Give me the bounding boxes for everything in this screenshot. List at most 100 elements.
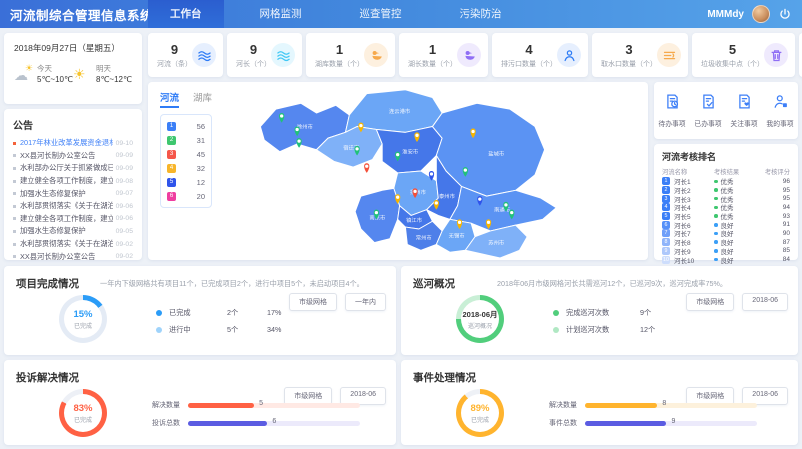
legend-row: 6 20 <box>167 189 205 203</box>
announcement-text: 加强水生态修复保护 <box>20 189 113 199</box>
table-row[interactable]: 10 河长10 良好 84 <box>662 255 790 264</box>
announcement-item[interactable]: 水利部贯彻落实《关于在湖泊实... 09-02 <box>13 238 133 251</box>
kpi-icon <box>657 43 681 67</box>
kpi-icon <box>764 43 788 67</box>
bar-label: 解决数量 <box>152 400 188 410</box>
legend-rank-badge: 5 <box>167 178 176 187</box>
bar-track: 8 <box>585 403 757 408</box>
map-tab[interactable]: 湖库 <box>193 90 212 108</box>
ranking-rows: 1 河长1 优秀 96 2 河长2 优秀 95 3 河长3 <box>662 177 790 264</box>
quick-action-icon <box>700 93 717 115</box>
bar-track: 5 <box>188 403 360 408</box>
announcement-date: 09-02 <box>116 253 133 260</box>
patrol-legend: 完成巡河次数 9个 计划巡河次数 12个 <box>553 304 680 338</box>
rank-badge: 2 <box>662 186 670 194</box>
kpi-text: 4 排污口数量（个） <box>501 42 557 69</box>
kpi-label: 湖长数量（个） <box>408 59 457 69</box>
announcement-item[interactable]: 2017年林业改革发展资金退林... 09-10 <box>13 137 133 150</box>
svg-text:苏州市: 苏州市 <box>488 238 505 246</box>
announcement-text: 加强水生态修复保护 <box>20 226 113 236</box>
announcement-item[interactable]: 加强水生态修复保护 09-07 <box>13 187 133 200</box>
kpi-icon <box>271 43 295 67</box>
announcement-date: 09-07 <box>116 190 133 197</box>
announcement-item[interactable]: 加强水生态修复保护 09-05 <box>13 225 133 238</box>
announcement-date: 09-06 <box>116 203 133 210</box>
announcement-text: 水利部贯彻落实《关于在湖泊实... <box>20 239 113 249</box>
period-filter-button[interactable]: 一年内 <box>345 293 386 311</box>
rank-badge: 1 <box>662 177 670 185</box>
kpi-text: 5 垃圾收集中点（个） <box>701 42 764 69</box>
kpi-text: 3 取水口数量（个） <box>601 42 657 69</box>
bar-row: 解决数量 5 <box>152 396 360 414</box>
result-dot <box>714 188 718 192</box>
legend-dot <box>553 310 559 316</box>
legend-value: 12 <box>197 178 205 187</box>
quick-action[interactable]: 关注事项 <box>726 93 762 128</box>
quick-action[interactable]: 已办事项 <box>690 93 726 128</box>
result-dot <box>714 206 718 210</box>
nav-tab[interactable]: 网格监测 <box>238 0 324 28</box>
announcement-item[interactable]: 水利部办公厅关于抓紧做成已建... 09-09 <box>13 162 133 175</box>
kpi-card[interactable]: 9 河长（个） <box>227 33 302 77</box>
province-map[interactable]: 徐州市连云港市宿迁市淮安市盐城市扬州市泰州市南通市南京市镇江市常州市无锡市苏州市 <box>248 84 644 258</box>
quick-action[interactable]: 我的事项 <box>762 93 798 128</box>
quick-action-label: 待办事项 <box>658 118 685 128</box>
main-nav: 工作台 网格监测 巡查管控 污染防治 <box>148 0 538 28</box>
kpi-label: 湖库数量（个） <box>315 59 364 69</box>
kpi-text: 1 湖长数量（个） <box>408 42 457 69</box>
bar-row: 解决数量 8 <box>549 396 757 414</box>
announcement-item[interactable]: 建立健全各项工作制度，建立河... 09-06 <box>13 213 133 226</box>
legend-row: 4 32 <box>167 161 205 175</box>
bullet-icon <box>13 230 16 233</box>
legend-row: 5 12 <box>167 175 205 189</box>
announcement-item[interactable]: 建立健全各项工作制度，建立河... 09-08 <box>13 175 133 188</box>
nav-tab[interactable]: 工作台 <box>148 0 224 28</box>
legend-rank-badge: 3 <box>167 150 176 159</box>
bullet-icon <box>13 180 16 183</box>
kpi-icon <box>192 43 216 67</box>
donut-percent: 89% <box>470 403 489 414</box>
map-tab[interactable]: 河流 <box>160 90 179 108</box>
announcement-item[interactable]: 水利部贯彻落实《关于在湖泊实... 09-06 <box>13 200 133 213</box>
announcement-text: 水利部贯彻落实《关于在湖泊实... <box>20 201 113 211</box>
ranking-card: 河流考核排名 河流名称 考核结果 考核评分 1 河长1 优秀 96 2 河长2 <box>654 144 798 260</box>
announcement-item[interactable]: XX县河长制办公室公告 09-02 <box>13 250 133 263</box>
kpi-card[interactable]: 3 取水口数量（个） <box>592 33 688 77</box>
power-icon[interactable] <box>778 7 792 21</box>
period-filter-button[interactable]: 2018-06 <box>742 293 788 311</box>
bar-fill <box>188 421 267 426</box>
svg-text:常州市: 常州市 <box>416 234 433 242</box>
patrol-panel: 巡河概况 2018年06月市级网格河长共需巡河12个，已巡河9次，巡河完成率75… <box>401 266 798 355</box>
nav-tab[interactable]: 巡查管控 <box>338 0 424 28</box>
nav-tab[interactable]: 污染防治 <box>438 0 524 28</box>
grid-filter-button[interactable]: 市级网格 <box>686 293 734 311</box>
kpi-card[interactable]: 5 垃圾收集中点（个） <box>692 33 795 77</box>
kpi-value: 9 <box>236 42 271 57</box>
kpi-card[interactable]: 1 湖长数量（个） <box>399 33 488 77</box>
announcement-item[interactable]: XX县河长制办公室公告 09-09 <box>13 150 133 163</box>
score-value: 95 <box>761 187 791 194</box>
legend-label: 计划巡河次数 <box>566 325 640 335</box>
legend-row: 已完成 2个 17% <box>156 304 281 321</box>
legend-row: 计划巡河次数 12个 <box>553 321 680 338</box>
kpi-card[interactable]: 9 河流（条） <box>148 33 223 77</box>
kpi-card[interactable]: 4 排污口数量（个） <box>492 33 588 77</box>
date-text: 2018年09月27日（星期五） <box>14 42 132 54</box>
legend-row: 完成巡河次数 9个 <box>553 304 680 321</box>
panel-subtitle: 2018年06月市级网格河长共需巡河12个，已巡河9次，巡河完成率75%。 <box>497 279 618 289</box>
score-value: 94 <box>761 204 791 211</box>
kpi-card[interactable]: 1 湖库数量（个） <box>306 33 395 77</box>
bullet-icon <box>13 154 16 157</box>
bar-fill <box>188 403 254 408</box>
donut-caption: 已完成 <box>74 415 92 424</box>
avatar[interactable] <box>752 5 770 23</box>
quick-action[interactable]: 待办事项 <box>654 93 690 128</box>
today-label: 今天 <box>37 63 73 74</box>
result-dot <box>714 214 718 218</box>
bar-label: 投诉总数 <box>152 418 188 428</box>
kpi-label: 垃圾收集中点（个） <box>701 59 764 69</box>
announcement-text: 建立健全各项工作制度，建立河... <box>20 176 113 186</box>
rank-badge: 9 <box>662 247 670 255</box>
grid-filter-button[interactable]: 市级网格 <box>289 293 337 311</box>
legend-row: 进行中 5个 34% <box>156 321 281 338</box>
